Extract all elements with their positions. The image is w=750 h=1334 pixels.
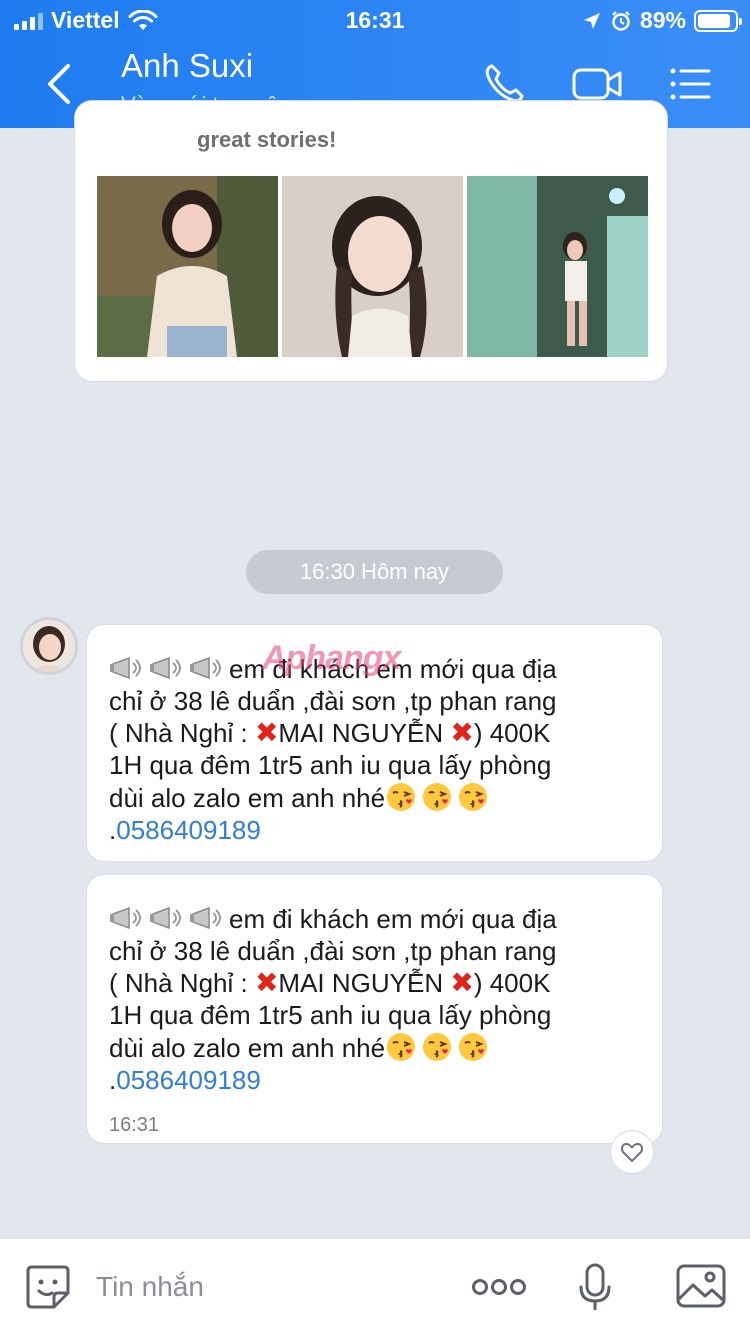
kiss-emoji-icon xyxy=(385,1031,417,1063)
cross-mark-icon: ✖ xyxy=(450,717,474,748)
back-button[interactable] xyxy=(40,62,80,106)
story-photo-1[interactable] xyxy=(97,176,278,357)
watermark: Aphangx xyxy=(262,639,401,677)
message-line: 1H qua đêm 1tr5 anh iu qua lấy phòng xyxy=(109,750,552,780)
kiss-emoji-icon xyxy=(421,781,453,813)
message-line: em đi khách em mới qua địa xyxy=(229,904,557,934)
image-icon xyxy=(676,1264,726,1308)
story-text: great stories! xyxy=(197,127,337,152)
message-text: em đi khách em mới qua địa chỉ ở 38 lê d… xyxy=(109,903,638,1096)
microphone-icon xyxy=(579,1263,611,1310)
message-line: chỉ ở 38 lê duẩn ,đài sơn ,tp phan rang xyxy=(109,686,557,716)
megaphone-icon xyxy=(149,904,185,932)
megaphone-icon xyxy=(149,654,185,682)
megaphone-icon xyxy=(109,654,145,682)
message-input-bar: Tin nhắn xyxy=(0,1238,750,1334)
story-photo-2[interactable] xyxy=(282,176,463,357)
message-text: em đi khách em mới qua địa chỉ ở 38 lê d… xyxy=(109,653,638,846)
story-card[interactable]: great stories! xyxy=(74,100,668,382)
kiss-emoji-icon xyxy=(457,1031,489,1063)
message-line: MAI NGUYỄN xyxy=(278,968,451,998)
more-dots-icon xyxy=(472,1279,526,1295)
avatar[interactable] xyxy=(20,617,78,675)
megaphone-icon xyxy=(189,654,225,682)
voice-button[interactable] xyxy=(578,1263,612,1311)
chevron-left-icon xyxy=(48,64,70,104)
location-icon xyxy=(583,12,600,29)
menu-button[interactable] xyxy=(668,62,714,106)
cross-mark-icon: ✖ xyxy=(254,717,279,748)
date-divider: 16:30 Hôm nay xyxy=(246,550,503,594)
more-button[interactable] xyxy=(470,1263,528,1311)
battery-icon xyxy=(694,9,742,32)
message-line: chỉ ở 38 lê duẩn ,đài sơn ,tp phan rang xyxy=(109,936,557,966)
cross-mark-icon: ✖ xyxy=(254,967,279,998)
message-line: ( Nhà Nghỉ : xyxy=(109,718,255,748)
message-line: ) 400K xyxy=(473,718,551,748)
message-line: MAI NGUYỄN xyxy=(278,718,451,748)
message-line: 1H qua đêm 1tr5 anh iu qua lấy phòng xyxy=(109,1000,552,1030)
list-menu-icon xyxy=(670,68,711,100)
emoji-sticker-icon xyxy=(26,1265,70,1309)
message-bubble[interactable]: Aphangx em đi khách em mới qua địa chỉ ở… xyxy=(86,624,663,862)
kiss-emoji-icon xyxy=(457,781,489,813)
react-button[interactable] xyxy=(610,1130,654,1174)
contact-name[interactable]: Anh Suxi xyxy=(121,47,253,85)
message-input[interactable]: Tin nhắn xyxy=(96,1271,204,1303)
megaphone-icon xyxy=(109,904,145,932)
kiss-emoji-icon xyxy=(385,781,417,813)
cross-mark-icon: ✖ xyxy=(450,967,474,998)
image-button[interactable] xyxy=(676,1263,726,1311)
heart-icon xyxy=(620,1143,644,1162)
message-line: ( Nhà Nghỉ : xyxy=(109,968,255,998)
phone-number-link[interactable]: 0586409189 xyxy=(116,1065,261,1095)
story-photo-3[interactable] xyxy=(467,176,648,357)
kiss-emoji-icon xyxy=(421,1031,453,1063)
message-line: dùi alo zalo em anh nhé xyxy=(109,783,386,813)
message-line: dùi alo zalo em anh nhé xyxy=(109,1033,386,1063)
message-timestamp: 16:31 xyxy=(109,1114,160,1136)
message-bubble[interactable]: em đi khách em mới qua địa chỉ ở 38 lê d… xyxy=(86,874,663,1144)
phone-number-link[interactable]: 0586409189 xyxy=(116,815,261,845)
message-line: ) 400K xyxy=(473,968,551,998)
battery-percent: 89% xyxy=(639,7,686,33)
status-bar: Viettel 16:31 89% xyxy=(0,0,750,40)
sticker-button[interactable] xyxy=(24,1263,72,1311)
megaphone-icon xyxy=(189,904,225,932)
alarm-icon xyxy=(612,10,630,31)
